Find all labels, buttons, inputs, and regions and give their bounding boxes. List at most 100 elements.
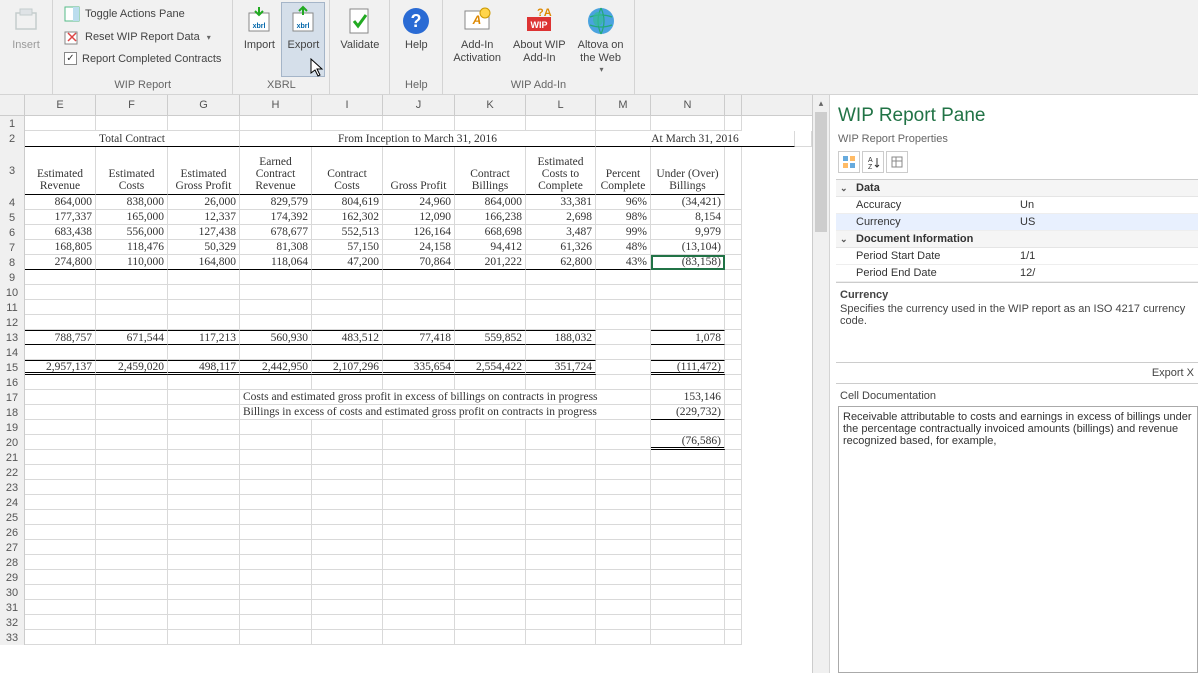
cell-H7[interactable]: 81,308 — [240, 240, 312, 255]
col-header-I[interactable]: I — [312, 95, 383, 115]
row-6[interactable]: 6683,438556,000127,438678,677552,513126,… — [0, 225, 812, 240]
category-document-info[interactable]: ⌄Document Information — [836, 231, 1198, 248]
row-26[interactable]: 26 — [0, 525, 812, 540]
cell-L7[interactable]: 61,326 — [526, 240, 596, 255]
cell-F8[interactable]: 110,000 — [96, 255, 168, 270]
column-headers[interactable]: E F G H I J K L M N — [0, 95, 812, 116]
categorize-icon[interactable] — [838, 151, 860, 173]
cell-M8[interactable]: 43% — [596, 255, 651, 270]
row-5[interactable]: 5177,337165,00012,337174,392162,30212,09… — [0, 210, 812, 225]
row-13[interactable]: 13 788,757 671,544 117,213 560,930 483,5… — [0, 330, 812, 345]
row-4[interactable]: 4864,000838,00026,000829,579804,61924,96… — [0, 195, 812, 210]
row-28[interactable]: 28 — [0, 555, 812, 570]
cell-G6[interactable]: 127,438 — [168, 225, 240, 240]
col-header-O[interactable] — [725, 95, 742, 115]
cell-E5[interactable]: 177,337 — [25, 210, 96, 225]
row-3[interactable]: 3 Estimated Revenue Estimated Costs Esti… — [0, 147, 812, 195]
cell-K8[interactable]: 201,222 — [455, 255, 526, 270]
col-header-G[interactable]: G — [168, 95, 240, 115]
cell-L4[interactable]: 33,381 — [526, 195, 596, 210]
cell-N4[interactable]: (34,421) — [651, 195, 725, 210]
cell-K6[interactable]: 668,698 — [455, 225, 526, 240]
cell-I4[interactable]: 804,619 — [312, 195, 383, 210]
cell-N8[interactable]: (83,158) — [651, 255, 725, 270]
row-11[interactable]: 11 — [0, 300, 812, 315]
cell-N5[interactable]: 8,154 — [651, 210, 725, 225]
reset-wip-data-button[interactable]: Reset WIP Report Data ▾ — [61, 27, 224, 47]
select-all-corner[interactable] — [0, 95, 25, 115]
export-button[interactable]: xbrl Export — [281, 2, 325, 77]
row-30[interactable]: 30 — [0, 585, 812, 600]
prop-currency[interactable]: CurrencyUS — [836, 214, 1198, 231]
col-header-J[interactable]: J — [383, 95, 455, 115]
cell-J5[interactable]: 12,090 — [383, 210, 455, 225]
row-20[interactable]: 20(76,586) — [0, 435, 812, 450]
row-33[interactable]: 33 — [0, 630, 812, 645]
row-22[interactable]: 22 — [0, 465, 812, 480]
cell-J4[interactable]: 24,960 — [383, 195, 455, 210]
cell-N6[interactable]: 9,979 — [651, 225, 725, 240]
cell-I8[interactable]: 47,200 — [312, 255, 383, 270]
cell-N7[interactable]: (13,104) — [651, 240, 725, 255]
cell-E4[interactable]: 864,000 — [25, 195, 96, 210]
row-31[interactable]: 31 — [0, 600, 812, 615]
cell-M5[interactable]: 98% — [596, 210, 651, 225]
cell-F4[interactable]: 838,000 — [96, 195, 168, 210]
cell-J7[interactable]: 24,158 — [383, 240, 455, 255]
vertical-scrollbar[interactable]: ▴ — [812, 95, 829, 673]
prop-accuracy[interactable]: AccuracyUn — [836, 197, 1198, 214]
col-header-L[interactable]: L — [526, 95, 596, 115]
cell-K5[interactable]: 166,238 — [455, 210, 526, 225]
row-18[interactable]: 18 Billings in excess of costs and estim… — [0, 405, 812, 420]
prop-period-start[interactable]: Period Start Date1/1 — [836, 248, 1198, 265]
row-25[interactable]: 25 — [0, 510, 812, 525]
addin-activation-button[interactable]: A Add-In Activation — [447, 2, 507, 77]
row-29[interactable]: 29 — [0, 570, 812, 585]
cell-I6[interactable]: 552,513 — [312, 225, 383, 240]
col-header-E[interactable]: E — [25, 95, 96, 115]
hdr-at-date[interactable]: At March 31, 2016 — [596, 131, 795, 147]
cell-F6[interactable]: 556,000 — [96, 225, 168, 240]
cell-G8[interactable]: 164,800 — [168, 255, 240, 270]
cell-E8[interactable]: 274,800 — [25, 255, 96, 270]
cell-I5[interactable]: 162,302 — [312, 210, 383, 225]
row-2[interactable]: 2 Total Contract From Inception to March… — [0, 131, 812, 147]
row-32[interactable]: 32 — [0, 615, 812, 630]
row-16[interactable]: 16 — [0, 375, 812, 390]
toggle-actions-pane-button[interactable]: Toggle Actions Pane — [61, 4, 224, 24]
cell-K4[interactable]: 864,000 — [455, 195, 526, 210]
row-1[interactable]: 1 — [0, 116, 812, 131]
row-27[interactable]: 27 — [0, 540, 812, 555]
sheet-grid[interactable]: E F G H I J K L M N 1 2 Total Contract F… — [0, 95, 812, 673]
cell-E7[interactable]: 168,805 — [25, 240, 96, 255]
cell-G7[interactable]: 50,329 — [168, 240, 240, 255]
row-23[interactable]: 23 — [0, 480, 812, 495]
cell-E6[interactable]: 683,438 — [25, 225, 96, 240]
row-12[interactable]: 12 — [0, 315, 812, 330]
cell-J6[interactable]: 126,164 — [383, 225, 455, 240]
row-21[interactable]: 21 — [0, 450, 812, 465]
category-data[interactable]: ⌄Data — [836, 180, 1198, 197]
cell-G4[interactable]: 26,000 — [168, 195, 240, 210]
hdr-total-contract[interactable]: Total Contract — [25, 131, 240, 147]
altova-web-button[interactable]: Altova on the Web ▾ — [572, 2, 630, 77]
cell-J8[interactable]: 70,864 — [383, 255, 455, 270]
col-header-M[interactable]: M — [596, 95, 651, 115]
prop-period-end[interactable]: Period End Date12/ — [836, 265, 1198, 282]
cell-F5[interactable]: 165,000 — [96, 210, 168, 225]
scroll-up-arrow-icon[interactable]: ▴ — [813, 95, 829, 112]
property-pages-icon[interactable] — [886, 151, 908, 173]
report-completed-checkbox[interactable]: ✓ Report Completed Contracts — [61, 50, 224, 67]
sort-az-icon[interactable]: AZ — [862, 151, 884, 173]
about-wip-addin-button[interactable]: WIP?A About WIP Add-In — [507, 2, 572, 77]
row-14[interactable]: 14 — [0, 345, 812, 360]
validate-button[interactable]: Validate — [334, 2, 385, 77]
export-row[interactable]: Export X — [836, 362, 1198, 384]
row-17[interactable]: 17 Costs and estimated gross profit in e… — [0, 390, 812, 405]
cell-L6[interactable]: 3,487 — [526, 225, 596, 240]
cell-K7[interactable]: 94,412 — [455, 240, 526, 255]
row-15[interactable]: 15 2,957,137 2,459,020 498,117 2,442,950… — [0, 360, 812, 375]
property-grid[interactable]: ⌄Data AccuracyUn CurrencyUS ⌄Document In… — [836, 179, 1198, 282]
cell-H4[interactable]: 829,579 — [240, 195, 312, 210]
row-9[interactable]: 9 — [0, 270, 812, 285]
